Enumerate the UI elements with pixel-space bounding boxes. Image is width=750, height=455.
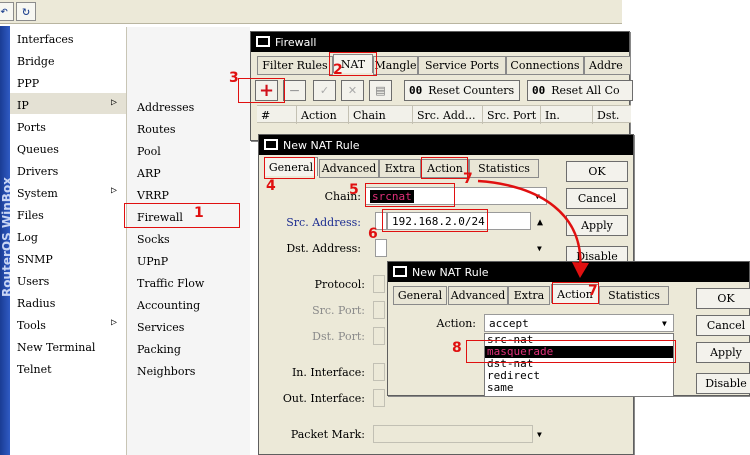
annotation-arrow-curve	[477, 179, 582, 271]
annotation-arrow	[477, 179, 589, 278]
annotation-arrow-head	[572, 262, 589, 278]
